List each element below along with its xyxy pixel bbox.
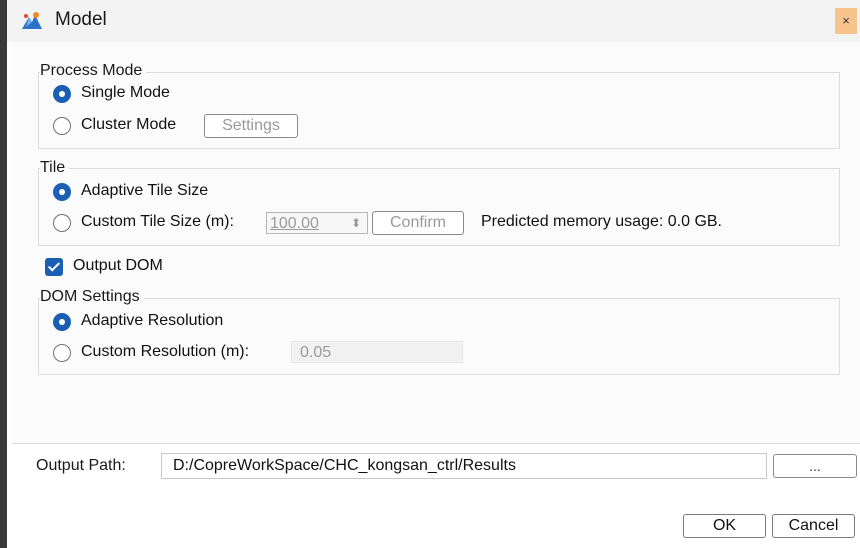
custom-resolution-input[interactable]: 0.05 <box>291 341 463 363</box>
spin-arrows-icon[interactable]: ⬍ <box>351 214 361 232</box>
tile-confirm-button[interactable]: Confirm <box>372 211 464 235</box>
adaptive-resolution-radio[interactable] <box>53 313 71 331</box>
app-logo-icon <box>22 12 42 29</box>
custom-tile-label: Custom Tile Size (m): <box>81 213 234 230</box>
single-mode-radio[interactable] <box>53 85 71 103</box>
custom-resolution-radio[interactable] <box>53 344 71 362</box>
dom-settings-group <box>38 298 840 375</box>
adaptive-resolution-label: Adaptive Resolution <box>81 312 224 329</box>
adaptive-tile-radio[interactable] <box>53 183 71 201</box>
cluster-mode-label: Cluster Mode <box>81 116 177 133</box>
predicted-memory-text: Predicted memory usage: 0.0 GB. <box>481 213 722 230</box>
custom-resolution-value: 0.05 <box>300 344 332 361</box>
browse-button[interactable]: ... <box>773 454 857 478</box>
ok-button[interactable]: OK <box>683 514 766 538</box>
custom-tile-radio[interactable] <box>53 214 71 232</box>
window-title: Model <box>55 9 107 30</box>
output-dom-label: Output DOM <box>73 257 163 274</box>
close-button[interactable]: × <box>835 8 857 34</box>
title-bar: Model <box>7 0 860 42</box>
window-left-edge <box>0 0 7 548</box>
cluster-mode-radio[interactable] <box>53 117 71 135</box>
adaptive-tile-label: Adaptive Tile Size <box>81 182 209 199</box>
single-mode-label: Single Mode <box>81 84 170 101</box>
model-dialog: Model × Process Mode Single Mode Cluster… <box>0 0 860 548</box>
tile-label: Tile <box>40 159 70 177</box>
process-mode-label: Process Mode <box>40 62 147 80</box>
close-icon: × <box>842 13 850 28</box>
output-path-field[interactable]: D:/CopreWorkSpace/CHC_kongsan_ctrl/Resul… <box>161 453 767 479</box>
dom-settings-label: DOM Settings <box>40 288 144 306</box>
cancel-button[interactable]: Cancel <box>772 514 855 538</box>
cluster-settings-button[interactable]: Settings <box>204 114 298 138</box>
custom-resolution-label: Custom Resolution (m): <box>81 343 250 360</box>
output-dom-checkbox[interactable] <box>45 258 63 276</box>
footer-divider <box>12 443 860 444</box>
custom-tile-size-spinbox[interactable]: 100.00 ⬍ <box>266 212 368 234</box>
output-path-label: Output Path: <box>36 457 126 474</box>
output-path-value: D:/CopreWorkSpace/CHC_kongsan_ctrl/Resul… <box>173 457 516 474</box>
custom-tile-size-value: 100.00 <box>270 215 319 232</box>
